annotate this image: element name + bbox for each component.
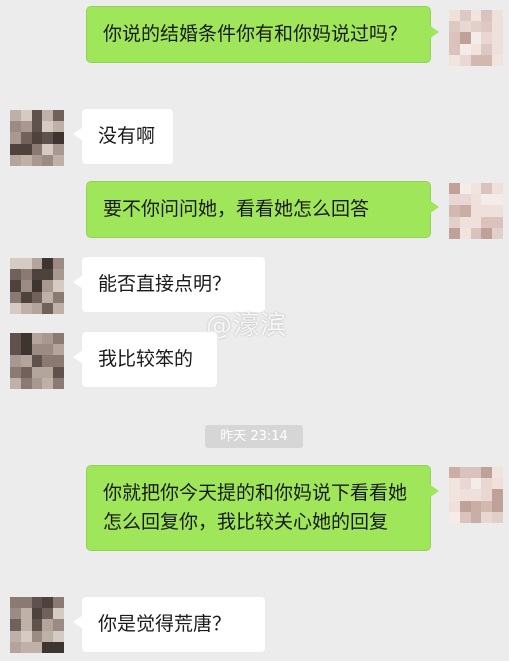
- incoming-message[interactable]: 没有啊: [73, 108, 174, 165]
- outgoing-message[interactable]: 你就把你今天提的和你妈说下看看她怎么回复你，我比较关心她的回复: [86, 465, 439, 551]
- contact-avatar[interactable]: [10, 333, 64, 389]
- contact-avatar[interactable]: [10, 110, 64, 166]
- message-text: 我比较笨的: [98, 348, 194, 370]
- message-text: 要不你问问她，看看她怎么回答: [103, 198, 370, 220]
- self-avatar[interactable]: [449, 183, 503, 239]
- message-text: 没有啊: [98, 125, 156, 147]
- incoming-message[interactable]: 我比较笨的: [73, 331, 218, 388]
- message-text: 能否直接点明？: [98, 273, 232, 295]
- chat-window: 你说的结婚条件你有和你妈说过吗？ 没有啊 要不你问问她，看看她怎么回答 能否直接…: [0, 0, 509, 661]
- watermark: @濠滨: [206, 311, 288, 341]
- message-text: 你就把你今天提的和你妈说下看看她怎么回复你，我比较关心她的回复: [103, 482, 408, 533]
- contact-avatar[interactable]: [10, 258, 64, 314]
- self-avatar[interactable]: [449, 10, 503, 66]
- timestamp-badge: 昨天 23:14: [205, 425, 303, 448]
- incoming-message[interactable]: 你是觉得荒唐？: [73, 596, 266, 653]
- message-text: 你说的结婚条件你有和你妈说过吗？: [103, 23, 408, 45]
- outgoing-message[interactable]: 要不你问问她，看看她怎么回答: [86, 181, 439, 238]
- self-avatar[interactable]: [449, 467, 503, 523]
- contact-avatar[interactable]: [10, 597, 64, 653]
- outgoing-message[interactable]: 你说的结婚条件你有和你妈说过吗？: [86, 6, 439, 63]
- message-text: 你是觉得荒唐？: [98, 613, 232, 635]
